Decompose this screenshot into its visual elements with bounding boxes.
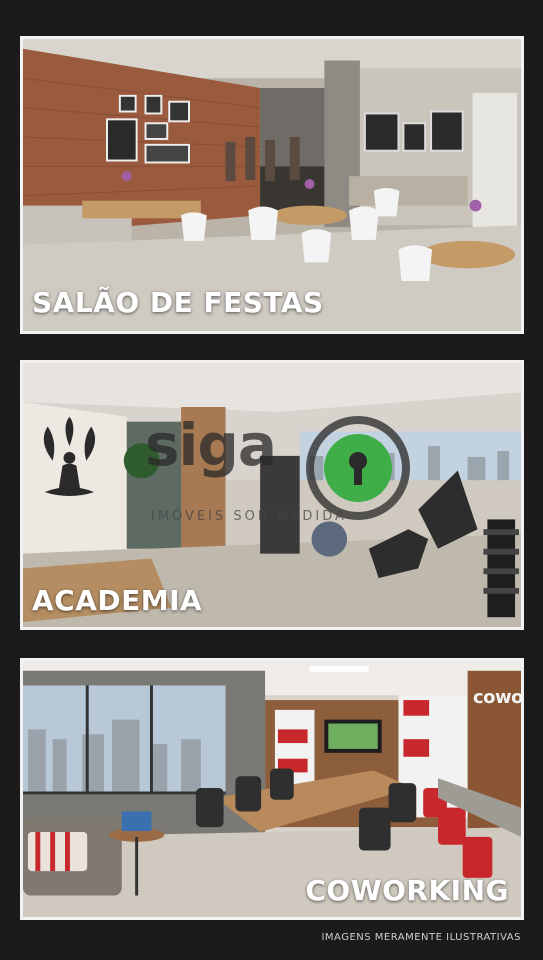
party-room-caption: SALÃO DE FESTAS	[32, 286, 324, 319]
party-room-photo: SALÃO DE FESTAS	[20, 36, 524, 334]
gym-caption: ACADEMIA	[32, 584, 203, 617]
footer-disclaimer: IMAGENS MERAMENTE ILUSTRATIVAS	[321, 932, 521, 943]
coworking-caption: COWORKING	[305, 874, 509, 907]
coworking-photo: coworking COWORKING	[20, 658, 524, 920]
coworking-wall-sign: coworking	[473, 687, 524, 708]
gym-photo: siga IMÓVEIS SOB MEDIDA ACADEMIA	[20, 360, 524, 630]
